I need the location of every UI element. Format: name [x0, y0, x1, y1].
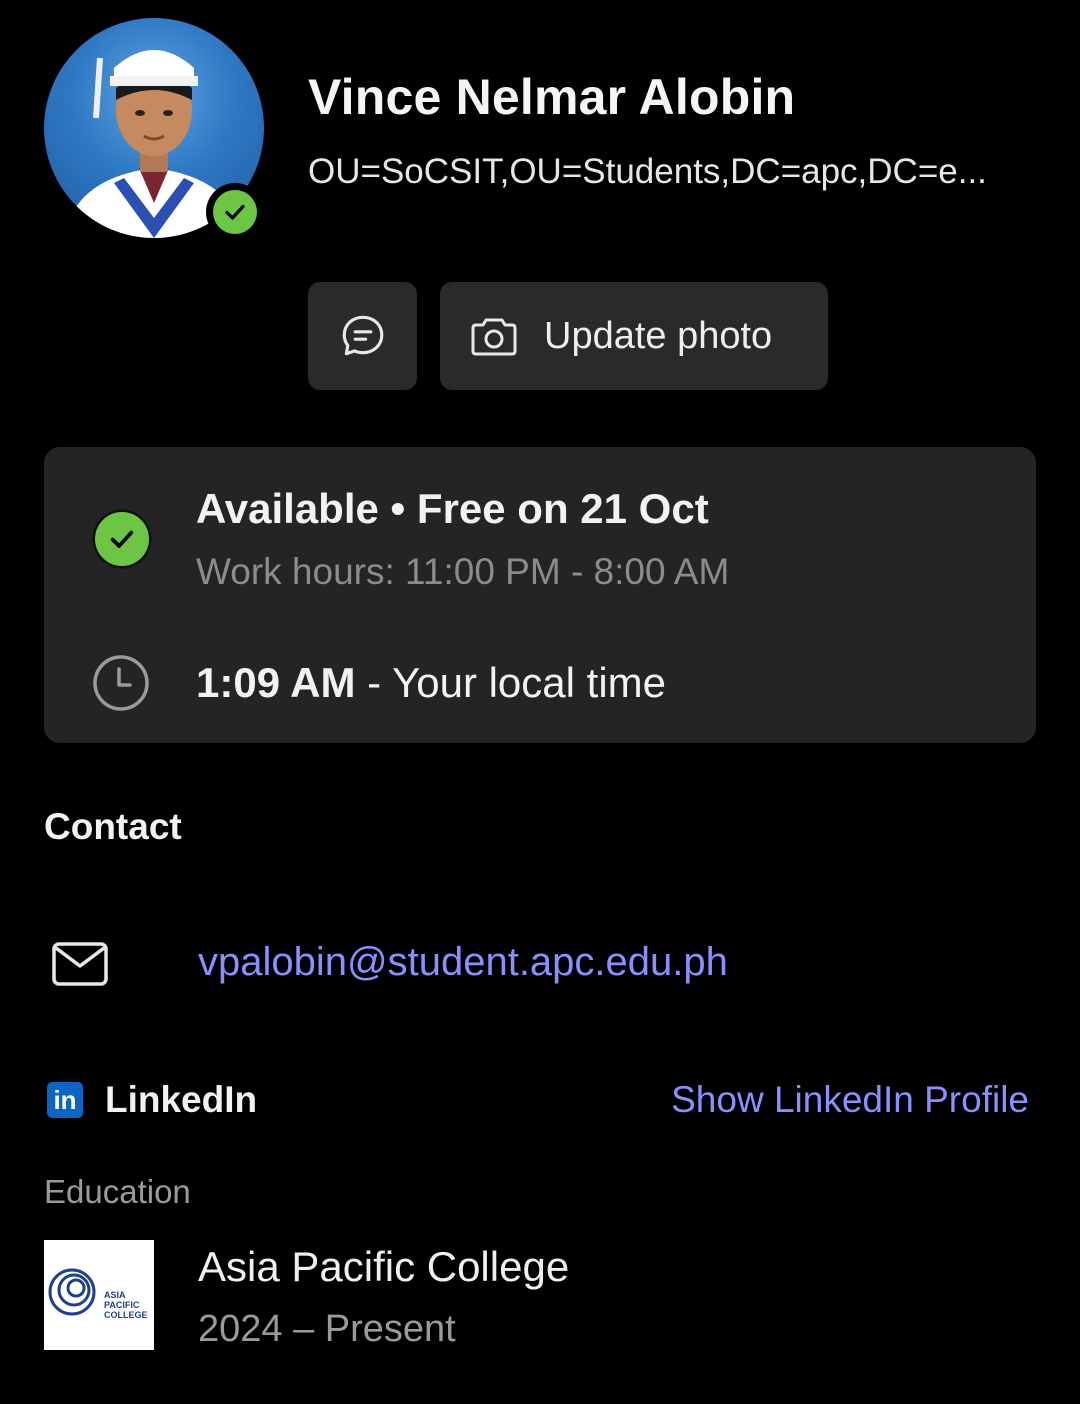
- mail-icon: [52, 942, 108, 986]
- school-name: Asia Pacific College: [198, 1243, 570, 1290]
- show-linkedin-profile-link[interactable]: Show LinkedIn Profile: [671, 1079, 1029, 1121]
- work-hours: Work hours: 11:00 PM - 8:00 AM: [196, 551, 730, 592]
- local-time: 1:09 AM - Your local time: [196, 659, 666, 707]
- school-years: 2024 – Present: [198, 1308, 456, 1350]
- contact-heading: Contact: [44, 806, 182, 847]
- availability-status: Available • Free on 21 Oct: [196, 485, 709, 532]
- education-heading: Education: [44, 1173, 191, 1210]
- linkedin-label: LinkedIn: [105, 1079, 258, 1120]
- school-logo-text-2: PACIFIC: [104, 1300, 140, 1310]
- availability-card[interactable]: Available • Free on 21 Oct Work hours: 1…: [44, 447, 1036, 743]
- available-check-icon: [213, 190, 257, 234]
- update-photo-button[interactable]: Update photo: [440, 282, 828, 390]
- profile-page: Vince Nelmar Alobin OU=SoCSIT,OU=Student…: [0, 0, 1080, 1404]
- chat-bubble-icon: [342, 315, 383, 356]
- presence-badge: [206, 183, 264, 241]
- update-photo-label: Update photo: [544, 314, 773, 357]
- school-logo-text-3: COLLEGE: [104, 1310, 148, 1320]
- school-logo-text-1: ASIA: [104, 1290, 126, 1300]
- email-link[interactable]: vpalobin@student.apc.edu.ph: [198, 940, 728, 985]
- camera-icon: [471, 318, 517, 356]
- linkedin-icon: in: [47, 1082, 83, 1118]
- chat-button[interactable]: [308, 282, 417, 390]
- local-time-value: 1:09 AM: [196, 659, 356, 706]
- school-logo: ASIA PACIFIC COLLEGE: [44, 1240, 154, 1350]
- clock-icon: [93, 655, 149, 711]
- available-status-icon: [92, 509, 152, 569]
- local-time-suffix: - Your local time: [355, 659, 666, 706]
- profile-name: Vince Nelmar Alobin: [308, 69, 796, 125]
- profile-org-path: OU=SoCSIT,OU=Students,DC=apc,DC=e...: [308, 152, 987, 191]
